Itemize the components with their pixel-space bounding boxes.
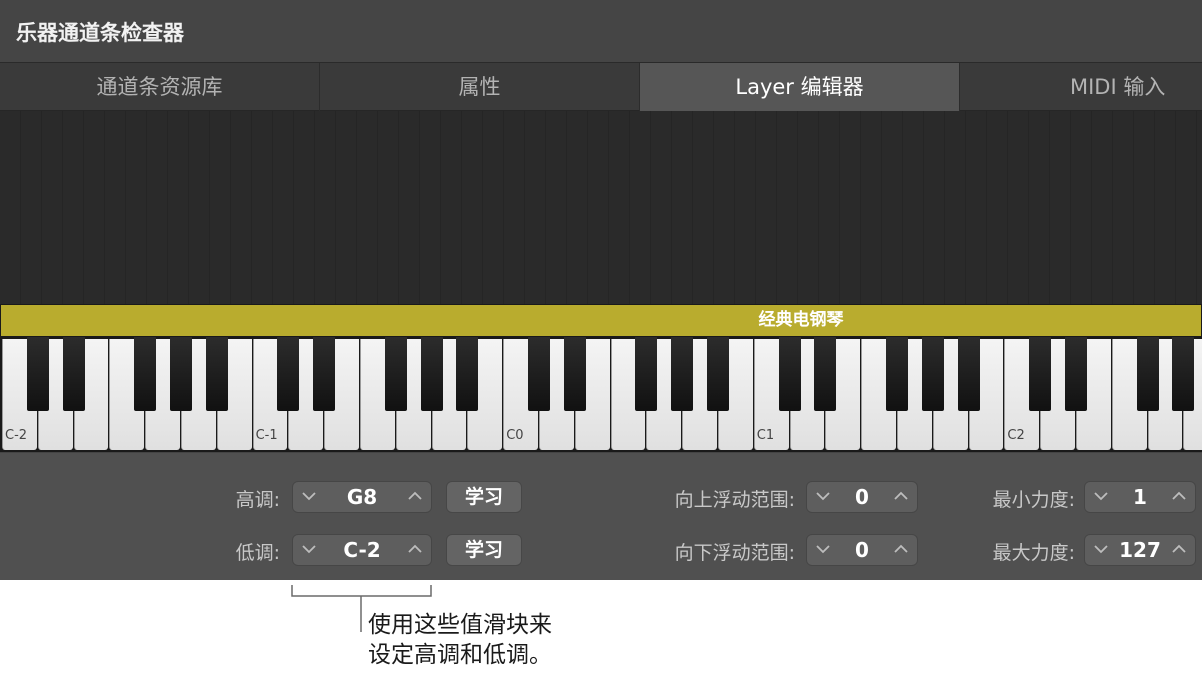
chevron-down-icon[interactable] [811,535,835,565]
chevron-up-icon[interactable] [889,535,913,565]
controls-panel: 高调: G8 学习 向上浮动范围: 0 最小力度: 1 低调: C-2 学习 向… [0,452,1202,580]
black-key[interactable] [707,337,729,411]
black-key[interactable] [778,337,801,411]
high-key-label: 高调: [235,489,280,511]
transpose-down-label: 向下浮动范围: [674,542,795,564]
black-key[interactable] [1136,337,1159,411]
layer-area[interactable] [0,111,1202,304]
transpose-up-stepper[interactable]: 0 [806,481,918,513]
low-key-learn-button[interactable]: 学习 [446,534,522,566]
octave-label: C-2 [5,428,28,443]
black-key[interactable] [886,337,908,411]
title-bar: 乐器通道条检查器 [0,0,1202,62]
black-key[interactable] [456,337,479,411]
octave-label: C2 [1007,428,1025,443]
black-key[interactable] [205,337,228,411]
instrument-channel-strip-inspector: 乐器通道条检查器 通道条资源库 属性 Layer 编辑器 MIDI 输入 经典电… [0,0,1202,580]
chevron-down-icon[interactable] [297,482,321,512]
chevron-up-icon[interactable] [403,482,427,512]
high-key-stepper[interactable]: G8 [292,481,432,513]
min-velocity-stepper[interactable]: 1 [1084,481,1196,513]
tab-layer-editor[interactable]: Layer 编辑器 [640,63,960,111]
low-key-stepper[interactable]: C-2 [292,534,432,566]
callout: 使用这些值滑块来 设定高调和低调。 [0,580,1202,684]
chevron-down-icon[interactable] [811,482,835,512]
black-key[interactable] [528,337,550,411]
tab-attributes[interactable]: 属性 [320,63,640,111]
tab-channel-strip-library[interactable]: 通道条资源库 [0,63,320,111]
chevron-up-icon[interactable] [403,535,427,565]
chevron-down-icon[interactable] [1089,482,1113,512]
tab-midi-input-label: MIDI 输入 [1070,75,1166,99]
black-key[interactable] [635,337,658,411]
black-key[interactable] [563,337,586,411]
black-key[interactable] [814,337,837,411]
octave-label: C-1 [255,428,278,443]
black-key[interactable] [671,337,694,411]
black-key[interactable] [277,337,300,411]
black-key[interactable] [170,337,192,411]
octave-label: C1 [756,428,775,443]
transpose-down-stepper[interactable]: 0 [806,534,918,566]
transpose-up-label: 向上浮动范围: [674,489,795,511]
chevron-up-icon[interactable] [1167,482,1191,512]
black-key[interactable] [957,337,980,411]
chevron-up-icon[interactable] [889,482,913,512]
black-key[interactable] [420,337,443,411]
black-key[interactable] [1172,337,1195,411]
black-key[interactable] [921,337,944,411]
chevron-down-icon[interactable] [297,535,321,565]
layer-name: 经典电钢琴 [758,310,844,330]
chevron-up-icon[interactable] [1167,535,1191,565]
tab-midi-input[interactable]: MIDI 输入 [960,63,1202,111]
layer-bar[interactable]: 经典电钢琴 [0,304,1202,337]
max-velocity-stepper[interactable]: 127 [1084,534,1196,566]
black-key[interactable] [134,337,157,411]
black-key[interactable] [62,337,85,411]
octave-label: C0 [506,428,524,443]
high-key-learn-button[interactable]: 学习 [446,481,522,513]
piano-keyboard[interactable]: C-2 C-1 C0 C1 C2 [0,337,1202,452]
window-title: 乐器通道条检查器 [16,21,184,45]
black-key[interactable] [1065,337,1087,411]
callout-text: 使用这些值滑块来 设定高调和低调。 [368,612,552,668]
max-velocity-label: 最大力度: [992,542,1075,564]
low-key-label: 低调: [235,542,280,564]
black-key[interactable] [313,337,336,411]
black-key[interactable] [1029,337,1052,411]
black-key[interactable] [384,337,407,411]
black-key[interactable] [26,337,49,411]
chevron-down-icon[interactable] [1089,535,1113,565]
tab-bar: 通道条资源库 属性 Layer 编辑器 MIDI 输入 [0,62,1202,111]
min-velocity-label: 最小力度: [992,489,1075,511]
